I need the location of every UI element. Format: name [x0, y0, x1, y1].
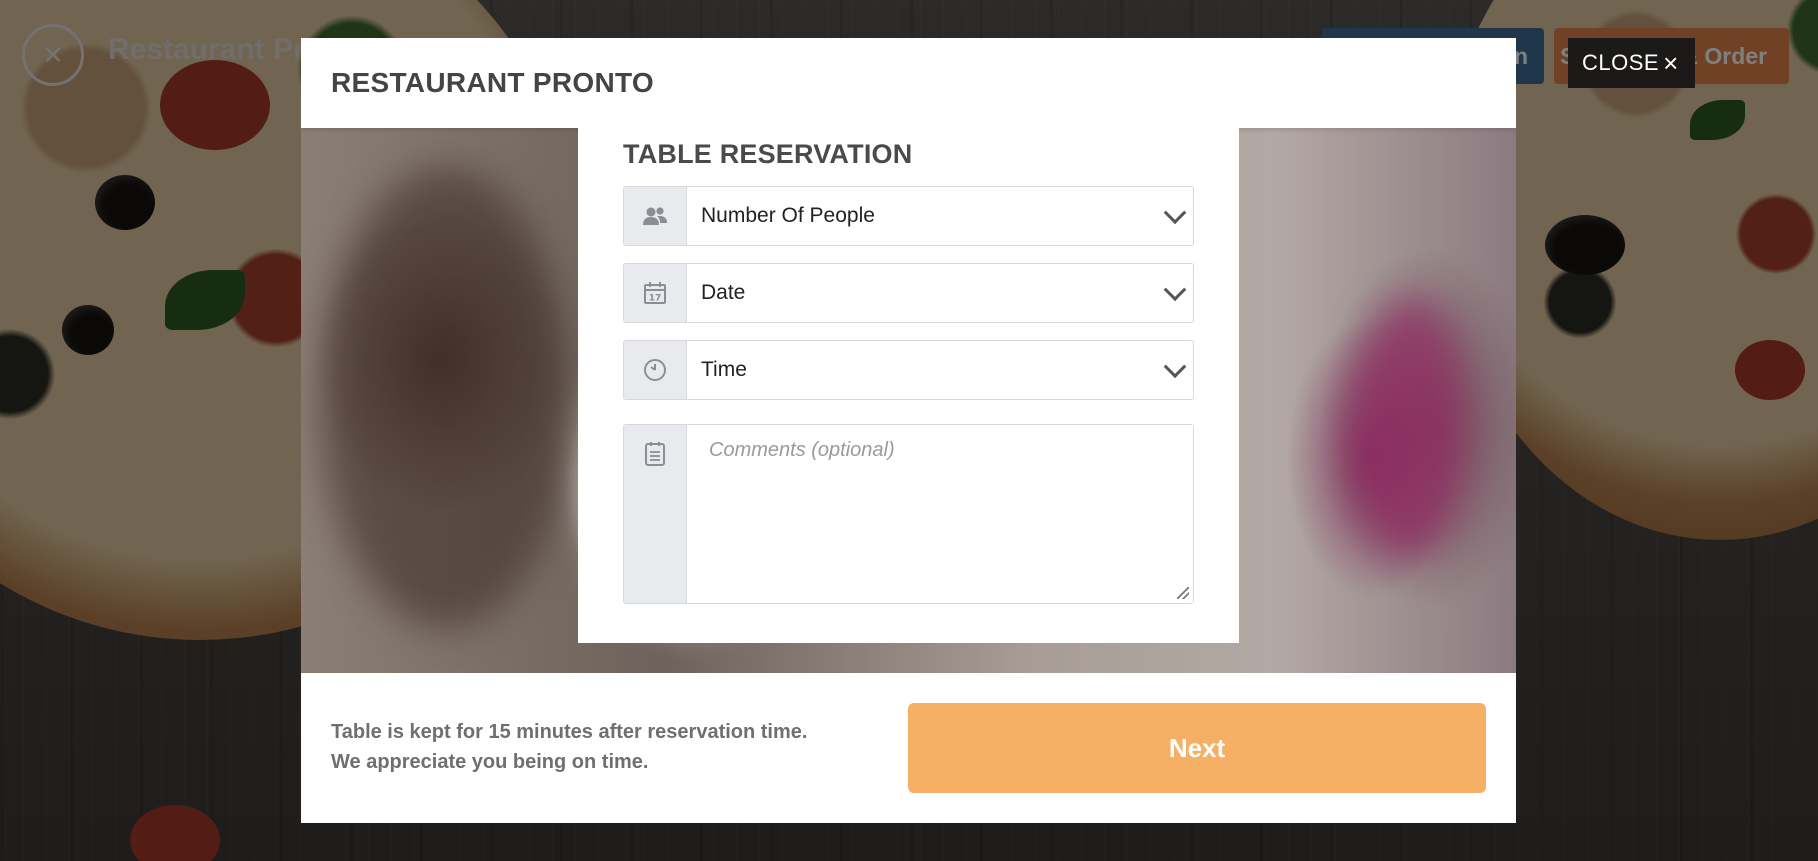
modal-title: RESTAURANT PRONTO	[331, 67, 654, 98]
form-title: TABLE RESERVATION	[623, 139, 913, 169]
calendar-icon: 17	[624, 264, 687, 322]
date-select-value: Date	[701, 281, 746, 304]
next-button[interactable]: Next	[908, 703, 1486, 793]
policy-line-2: We appreciate you being on time.	[331, 751, 649, 773]
close-label: CLOSE	[1582, 50, 1660, 75]
clock-icon	[624, 341, 687, 399]
reservation-modal: RESTAURANT PRONTO TABLE RESERVATION Numb…	[301, 38, 1516, 823]
resize-handle-icon[interactable]	[1177, 587, 1189, 599]
comments-field	[623, 424, 1194, 604]
close-icon: ×	[1663, 48, 1679, 78]
comments-input[interactable]	[687, 425, 1193, 603]
modal-header: RESTAURANT PRONTO	[301, 38, 1516, 128]
people-select-value: Number Of People	[701, 204, 875, 227]
people-select[interactable]: Number Of People	[623, 186, 1194, 246]
svg-text:17: 17	[649, 294, 662, 304]
time-select[interactable]: Time	[623, 340, 1194, 400]
policy-line-1: Table is kept for 15 minutes after reser…	[331, 721, 808, 743]
time-select-value: Time	[701, 358, 747, 381]
reservation-policy-text: Table is kept for 15 minutes after reser…	[331, 717, 891, 777]
people-icon	[624, 187, 687, 245]
reservation-form: TABLE RESERVATION Number Of People 17 Da…	[578, 128, 1239, 643]
close-button[interactable]: CLOSE ×	[1568, 38, 1695, 88]
date-select[interactable]: 17 Date	[623, 263, 1194, 323]
notepad-icon	[624, 425, 687, 603]
modal-footer: Table is kept for 15 minutes after reser…	[301, 673, 1516, 823]
